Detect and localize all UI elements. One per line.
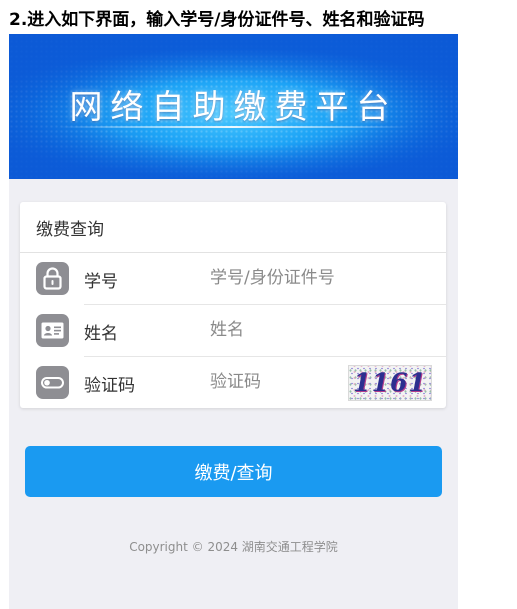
banner: 网络自助缴费平台: [9, 34, 458, 179]
banner-underline: [59, 126, 408, 128]
captcha-image[interactable]: 1161: [348, 365, 432, 401]
captcha-code: 1161: [353, 368, 427, 397]
lock-icon: [36, 262, 69, 295]
phone-screen: 网络自助缴费平台 缴费查询 学号 学号/身份证件号 姓名 姓名 验证码 验证码 …: [9, 34, 458, 609]
instruction-text: 2.进入如下界面，输入学号/身份证件号、姓名和验证码: [9, 10, 425, 30]
banner-title: 网络自助缴费平台: [69, 87, 398, 126]
pay-query-button[interactable]: 缴费/查询: [25, 446, 442, 497]
student-id-label: 学号: [84, 272, 118, 292]
toggle-icon: [36, 366, 69, 399]
student-id-input[interactable]: [210, 265, 410, 291]
copyright-footer: Copyright © 2024 湖南交通工程学院: [129, 540, 338, 554]
id-card-icon: [36, 314, 69, 347]
captcha-label: 验证码: [84, 376, 135, 396]
name-row: 姓名: [20, 305, 446, 356]
name-label: 姓名: [84, 324, 118, 344]
name-input[interactable]: [210, 317, 410, 343]
query-form-card: 缴费查询 学号 学号/身份证件号 姓名 姓名 验证码 验证码 1161: [20, 202, 446, 408]
student-id-row: 学号: [20, 253, 446, 304]
captcha-input[interactable]: [210, 369, 330, 395]
form-title: 缴费查询: [36, 220, 104, 240]
captcha-row: 验证码 1161: [20, 357, 446, 408]
